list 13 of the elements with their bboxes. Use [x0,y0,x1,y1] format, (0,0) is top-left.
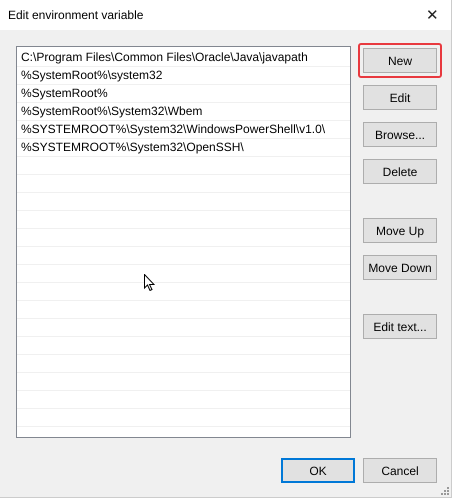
dialog-button[interactable]: Move Up [363,218,437,243]
dialog-button[interactable]: Move Down [363,255,437,280]
dialog-button[interactable]: Edit [363,85,437,110]
dialog-button[interactable]: OK [281,458,355,483]
window-title: Edit environment variable [8,8,144,22]
dialog-button[interactable]: Edit text... [363,314,437,339]
dialog-button[interactable]: Cancel [363,458,437,483]
dialog-button[interactable]: Browse... [363,122,437,147]
resize-grip-icon [439,485,449,495]
dialog-button[interactable]: Delete [363,159,437,184]
dialog-button[interactable]: New [363,48,437,73]
close-button[interactable]: ✕ [424,6,441,24]
mouse-pointer-icon [144,274,155,291]
